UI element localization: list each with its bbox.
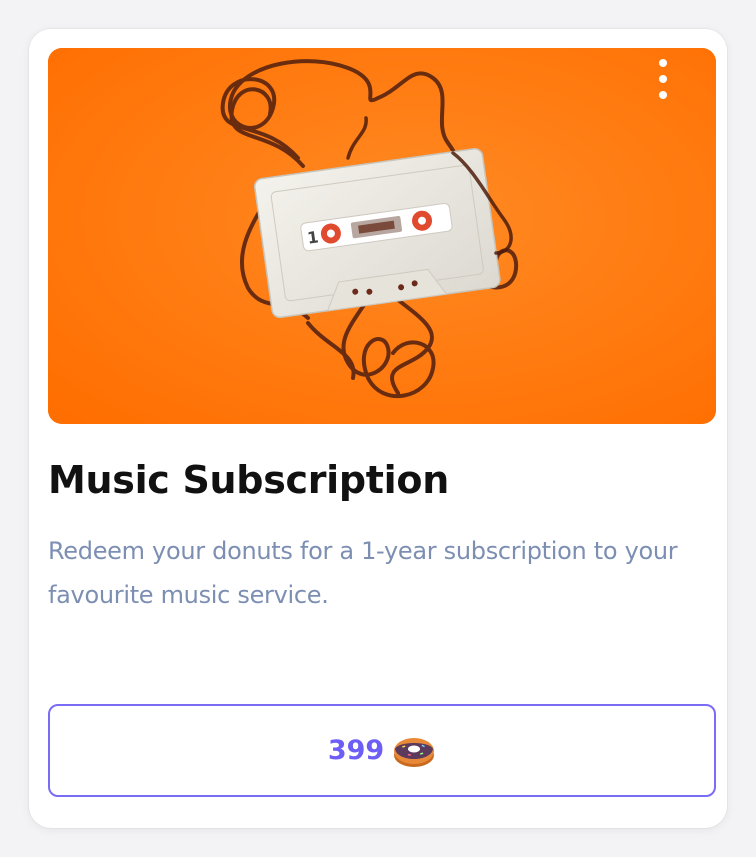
page: 1 Music Subscription Redeem your donuts … — [0, 0, 756, 857]
more-vertical-icon[interactable] — [653, 59, 673, 99]
menu-dot — [659, 75, 667, 83]
cassette-tape-image: 1 — [48, 48, 716, 424]
reward-card[interactable]: 1 Music Subscription Redeem your donuts … — [29, 29, 727, 828]
card-title: Music Subscription — [48, 458, 449, 502]
redeem-button[interactable]: 399 — [48, 704, 716, 797]
card-description: Redeem your donuts for a 1-year subscrip… — [48, 537, 678, 609]
menu-dot — [659, 59, 667, 67]
price-label: 399 — [327, 735, 385, 766]
donut-icon — [392, 733, 436, 769]
menu-dot — [659, 91, 667, 99]
